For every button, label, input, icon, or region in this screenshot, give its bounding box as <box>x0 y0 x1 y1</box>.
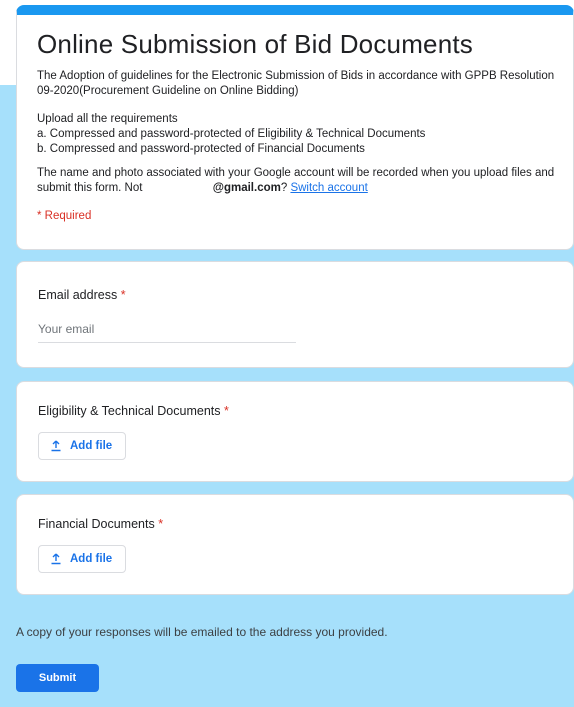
email-question-label: Email address * <box>38 288 573 302</box>
add-file-label: Add file <box>70 440 113 452</box>
requirements-heading: Upload all the requirements <box>37 113 178 125</box>
account-notice-suffix: ? <box>280 182 288 194</box>
account-notice: The name and photo associated with your … <box>37 166 573 196</box>
eligibility-question-card: Eligibility & Technical Documents * Add … <box>16 381 574 482</box>
eligibility-question-label: Eligibility & Technical Documents * <box>38 404 573 418</box>
description-intro: The Adoption of guidelines for the Elect… <box>37 70 555 97</box>
form-description: The Adoption of guidelines for the Elect… <box>37 69 573 196</box>
email-input[interactable] <box>38 320 296 343</box>
form-header-card: Online Submission of Bid Documents The A… <box>16 5 574 250</box>
add-file-label: Add file <box>70 553 113 565</box>
required-star: * <box>223 404 229 418</box>
requirement-a: a. Compressed and password-protected of … <box>37 128 426 140</box>
requirement-b: b. Compressed and password-protected of … <box>37 143 365 155</box>
eligibility-label-text: Eligibility & Technical Documents <box>38 404 221 418</box>
required-star: * <box>158 517 164 531</box>
financial-question-card: Financial Documents * Add file <box>16 494 574 595</box>
financial-label-text: Financial Documents <box>38 517 155 531</box>
financial-question-label: Financial Documents * <box>38 517 573 531</box>
email-question-card: Email address * <box>16 261 574 368</box>
switch-account-link[interactable]: Switch account <box>290 182 367 194</box>
upload-icon <box>51 440 61 452</box>
submit-button[interactable]: Submit <box>16 664 99 692</box>
eligibility-add-file-button[interactable]: Add file <box>38 432 127 460</box>
account-email: @gmail.com <box>212 182 281 194</box>
financial-add-file-button[interactable]: Add file <box>38 545 127 573</box>
upload-icon <box>51 553 61 565</box>
required-note: * Required <box>37 210 92 222</box>
required-star: * <box>120 288 126 302</box>
form-title: Online Submission of Bid Documents <box>37 29 474 59</box>
copy-notice: A copy of your responses will be emailed… <box>16 625 388 639</box>
email-label-text: Email address <box>38 288 118 302</box>
